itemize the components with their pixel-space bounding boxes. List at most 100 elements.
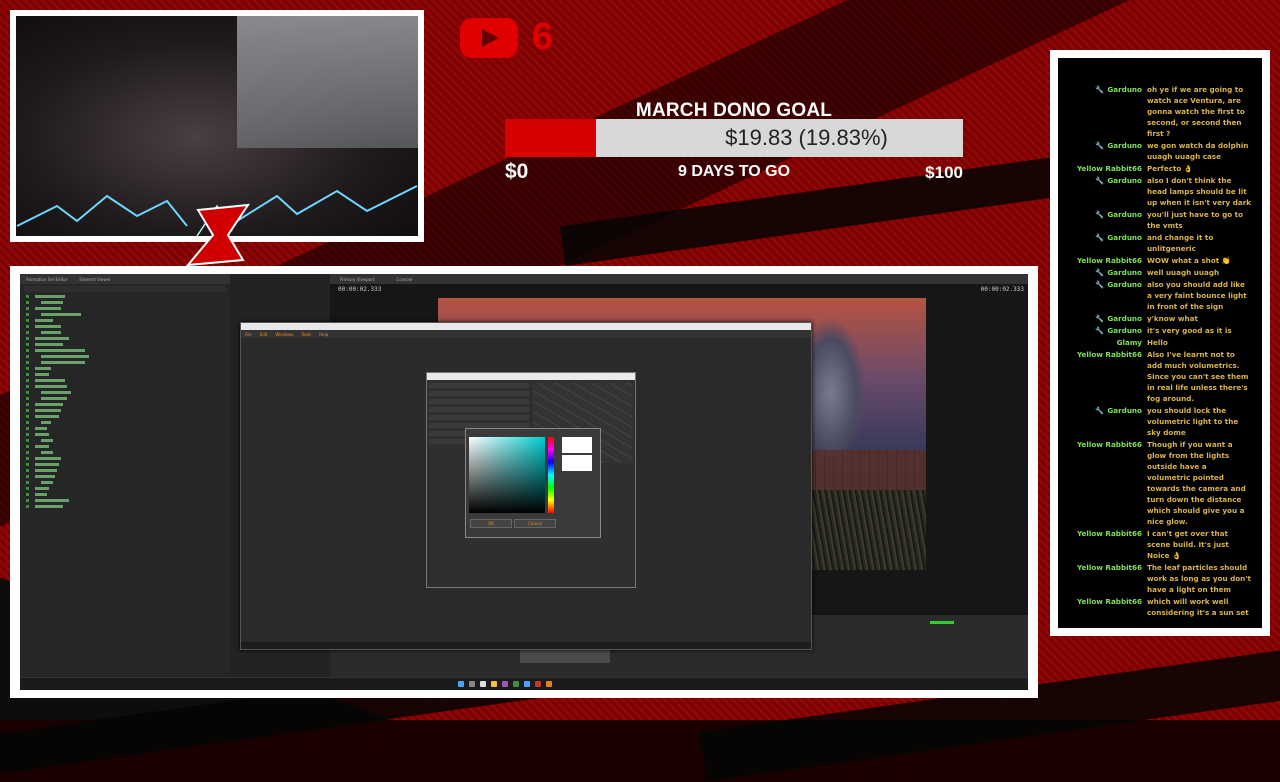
- chat-username[interactable]: 🔧 Garduno: [1068, 267, 1147, 278]
- chat-username[interactable]: 🔧 Garduno: [1068, 175, 1147, 208]
- outliner-row[interactable]: [26, 378, 230, 383]
- tab-element-viewer[interactable]: Element Viewer: [79, 277, 110, 282]
- visibility-icon[interactable]: [26, 421, 29, 424]
- visibility-icon[interactable]: [26, 481, 29, 484]
- menu-item[interactable]: File: [245, 332, 252, 337]
- outliner-row[interactable]: [26, 384, 230, 389]
- chat-username[interactable]: Yellow Rabbit66: [1068, 528, 1147, 561]
- visibility-icon[interactable]: [26, 295, 29, 298]
- visibility-icon[interactable]: [26, 505, 29, 508]
- ok-button[interactable]: OK: [470, 519, 512, 528]
- visibility-icon[interactable]: [26, 451, 29, 454]
- menu-item[interactable]: Tools: [301, 332, 311, 337]
- visibility-icon[interactable]: [26, 463, 29, 466]
- outliner-row[interactable]: [26, 420, 230, 425]
- timeline-volume-slider[interactable]: [930, 621, 954, 624]
- visibility-icon[interactable]: [26, 319, 29, 322]
- chat-username[interactable]: 🔧 Garduno: [1068, 405, 1147, 438]
- outliner-row[interactable]: [26, 318, 230, 323]
- task-view-icon[interactable]: [480, 681, 486, 687]
- outliner-row[interactable]: [26, 498, 230, 503]
- app-icon[interactable]: [535, 681, 541, 687]
- visibility-icon[interactable]: [26, 379, 29, 382]
- outliner-row[interactable]: [26, 306, 230, 311]
- visibility-icon[interactable]: [26, 433, 29, 436]
- visibility-icon[interactable]: [26, 301, 29, 304]
- outliner-row[interactable]: [26, 330, 230, 335]
- outliner-row[interactable]: [26, 402, 230, 407]
- chat-username[interactable]: 🔧 Garduno: [1068, 279, 1147, 312]
- outliner-row[interactable]: [26, 444, 230, 449]
- file-explorer-icon[interactable]: [491, 681, 497, 687]
- outliner-row[interactable]: [26, 354, 230, 359]
- app-icon[interactable]: [513, 681, 519, 687]
- visibility-icon[interactable]: [26, 487, 29, 490]
- search-icon[interactable]: [469, 681, 475, 687]
- visibility-icon[interactable]: [26, 415, 29, 418]
- outliner-row[interactable]: [26, 342, 230, 347]
- chat-username[interactable]: Yellow Rabbit66: [1068, 349, 1147, 404]
- hue-slider[interactable]: [548, 437, 554, 513]
- visibility-icon[interactable]: [26, 439, 29, 442]
- outliner-row[interactable]: [26, 426, 230, 431]
- visibility-icon[interactable]: [26, 343, 29, 346]
- visibility-icon[interactable]: [26, 307, 29, 310]
- visibility-icon[interactable]: [26, 337, 29, 340]
- outliner-row[interactable]: [26, 300, 230, 305]
- outliner-row[interactable]: [26, 450, 230, 455]
- tab-animation-set-editor[interactable]: Animation Set Editor: [26, 277, 67, 282]
- outliner-row[interactable]: [26, 336, 230, 341]
- outliner-row[interactable]: [26, 408, 230, 413]
- outliner-row[interactable]: [26, 324, 230, 329]
- visibility-icon[interactable]: [26, 391, 29, 394]
- outliner-row[interactable]: [26, 360, 230, 365]
- outliner-row[interactable]: [26, 504, 230, 509]
- chat-username[interactable]: 🔧 Garduno: [1068, 84, 1147, 139]
- outliner-tree[interactable]: [20, 294, 230, 509]
- browser-icon[interactable]: [524, 681, 530, 687]
- visibility-icon[interactable]: [26, 367, 29, 370]
- chat-username[interactable]: Yellow Rabbit66: [1068, 255, 1147, 266]
- chat-username[interactable]: 🔧 Garduno: [1068, 313, 1147, 324]
- outliner-row[interactable]: [26, 468, 230, 473]
- chat-username[interactable]: 🔧 Garduno: [1068, 232, 1147, 254]
- outliner-row[interactable]: [26, 432, 230, 437]
- outliner-row[interactable]: [26, 294, 230, 299]
- tab-primary-viewport[interactable]: Primary Viewport: [340, 277, 374, 282]
- visibility-icon[interactable]: [26, 313, 29, 316]
- visibility-icon[interactable]: [26, 355, 29, 358]
- tab-console[interactable]: Console: [396, 277, 412, 282]
- outliner-row[interactable]: [26, 486, 230, 491]
- outliner-row[interactable]: [26, 474, 230, 479]
- outliner-row[interactable]: [26, 390, 230, 395]
- visibility-icon[interactable]: [26, 349, 29, 352]
- chat-username[interactable]: Glamy: [1068, 337, 1147, 348]
- outliner-row[interactable]: [26, 312, 230, 317]
- outliner-row[interactable]: [26, 492, 230, 497]
- visibility-icon[interactable]: [26, 331, 29, 334]
- visibility-icon[interactable]: [26, 457, 29, 460]
- outliner-row[interactable]: [26, 480, 230, 485]
- visibility-icon[interactable]: [26, 469, 29, 472]
- chat-username[interactable]: Yellow Rabbit66: [1068, 596, 1147, 618]
- start-icon[interactable]: [458, 681, 464, 687]
- outliner-filter-input[interactable]: [24, 286, 226, 292]
- visibility-icon[interactable]: [26, 499, 29, 502]
- app-icon[interactable]: [502, 681, 508, 687]
- visibility-icon[interactable]: [26, 325, 29, 328]
- visibility-icon[interactable]: [26, 361, 29, 364]
- visibility-icon[interactable]: [26, 403, 29, 406]
- outliner-row[interactable]: [26, 348, 230, 353]
- visibility-icon[interactable]: [26, 385, 29, 388]
- outliner-row[interactable]: [26, 438, 230, 443]
- saturation-value-square[interactable]: [469, 437, 545, 513]
- visibility-icon[interactable]: [26, 373, 29, 376]
- chat-username[interactable]: 🔧 Garduno: [1068, 140, 1147, 162]
- menu-item[interactable]: Edit: [260, 332, 268, 337]
- chat-username[interactable]: Yellow Rabbit66: [1068, 562, 1147, 595]
- outliner-row[interactable]: [26, 456, 230, 461]
- visibility-icon[interactable]: [26, 475, 29, 478]
- chat-username[interactable]: 🔧 Garduno: [1068, 325, 1147, 336]
- visibility-icon[interactable]: [26, 397, 29, 400]
- chat-username[interactable]: Yellow Rabbit66: [1068, 163, 1147, 174]
